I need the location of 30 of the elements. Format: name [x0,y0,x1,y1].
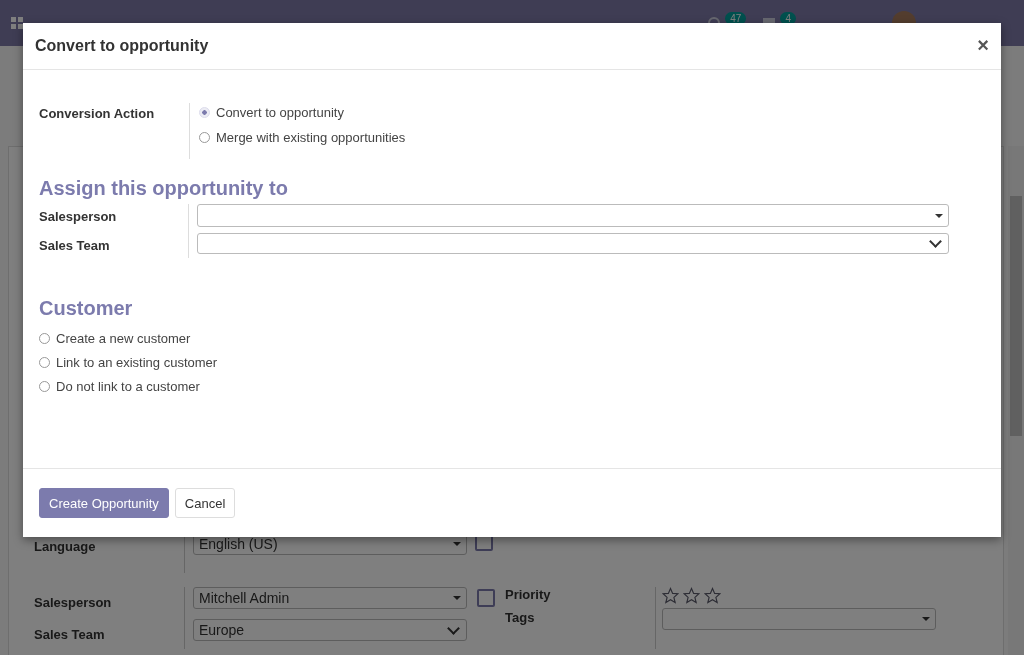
field-label: Priority [505,587,552,602]
radio-label[interactable]: Merge with existing opportunities [216,129,406,145]
select-field[interactable] [197,233,949,254]
cancel-button[interactable]: Cancel [174,488,236,518]
tags-field[interactable] [662,608,936,630]
field-label: Conversion Action [39,106,155,121]
field-label: Language [34,539,96,554]
section-heading: Assign this opportunity to [39,177,289,200]
section-heading: Customer [39,297,134,320]
sales-team-field[interactable]: Europe [193,619,467,641]
radio-button[interactable] [39,380,50,392]
radio-button[interactable] [199,131,210,143]
field-label: Sales Team [34,627,106,642]
field-label: Tags [505,610,536,625]
field-label: Sales Team [39,238,111,253]
radio-label[interactable]: Do not link to a customer [56,378,200,394]
radio-button[interactable] [39,332,50,344]
create-opportunity-button[interactable]: Create Opportunity [39,488,169,518]
scrollbar[interactable] [1008,146,1024,655]
close-button[interactable]: × [977,34,989,58]
dialog-title: Convert to opportunity [35,37,209,55]
apps-icon[interactable] [11,17,23,29]
radio-button[interactable] [39,356,50,368]
field-label: Salesperson [39,209,118,224]
field-label: Salesperson [34,595,113,610]
radio-label[interactable]: Link to an existing customer [56,354,218,370]
salesperson-field[interactable]: Mitchell Admin [193,587,467,609]
radio-label[interactable]: Create a new customer [56,330,191,346]
input-field[interactable] [197,204,949,227]
radio-label[interactable]: Convert to opportunity [216,104,344,120]
